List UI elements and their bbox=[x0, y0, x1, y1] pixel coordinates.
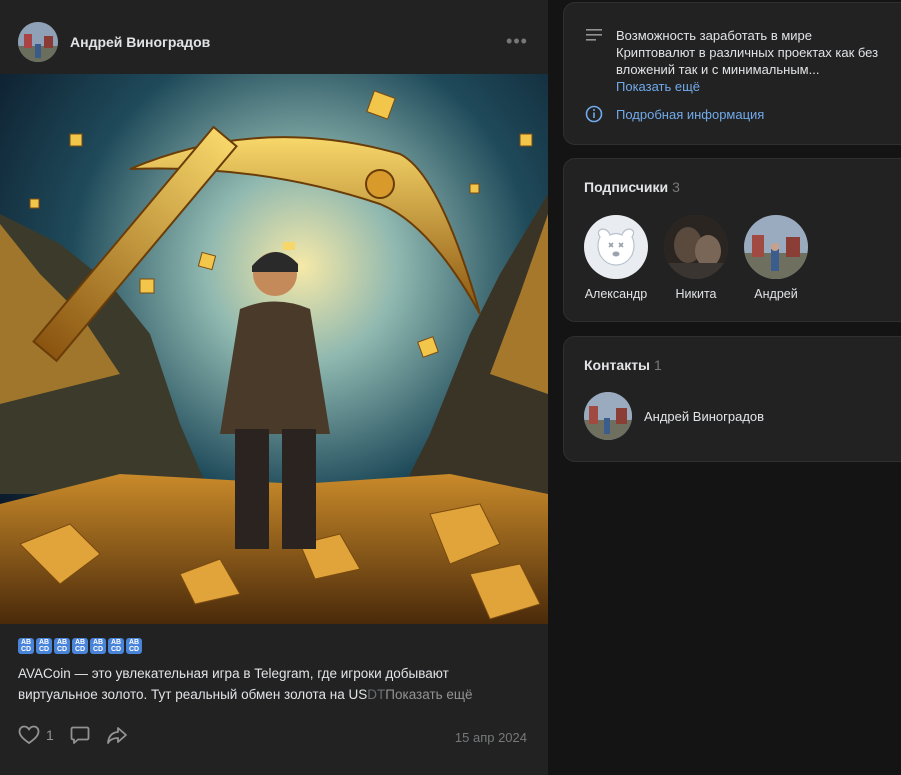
subscribers-count: 3 bbox=[672, 179, 680, 195]
subscriber-item[interactable]: Андрей bbox=[736, 215, 816, 301]
contacts-title-text: Контакты bbox=[584, 357, 651, 373]
abcd-emoji-icon: AB CD bbox=[108, 638, 124, 654]
post-actions: 1 bbox=[18, 725, 144, 745]
post-image[interactable] bbox=[0, 74, 548, 624]
heart-icon bbox=[18, 725, 40, 745]
subscriber-item[interactable]: Никита bbox=[656, 215, 736, 301]
comment-button[interactable] bbox=[70, 725, 90, 745]
info-circle-icon bbox=[585, 105, 603, 128]
info-show-more-link[interactable]: Показать ещё bbox=[616, 79, 700, 94]
text-lines-icon bbox=[585, 27, 603, 48]
contacts-card: Контакты 1 Андрей Виноградов bbox=[563, 336, 901, 462]
post-date: 15 апр 2024 bbox=[454, 730, 527, 745]
info-description-text: Возможность заработать в мире Криптовалю… bbox=[616, 28, 879, 77]
post-text: AVACoin — это увлекательная игра в Teleg… bbox=[18, 663, 528, 705]
abcd-emoji-icon: AB CD bbox=[36, 638, 52, 654]
abcd-emoji-icon: AB CD bbox=[90, 638, 106, 654]
subscribers-title[interactable]: Подписчики 3 bbox=[584, 179, 680, 195]
subscriber-name: Александр bbox=[584, 287, 648, 301]
contact-avatar[interactable] bbox=[584, 392, 632, 440]
subscriber-item[interactable]: Александр bbox=[576, 215, 656, 301]
subscriber-avatar bbox=[664, 215, 728, 279]
abcd-emoji-icon: AB CD bbox=[126, 638, 142, 654]
subscriber-avatar bbox=[584, 215, 648, 279]
abcd-emoji-icon: AB CD bbox=[54, 638, 70, 654]
author-avatar[interactable] bbox=[18, 22, 58, 62]
subscribers-title-text: Подписчики bbox=[584, 179, 669, 195]
post-header: Андрей Виноградов ••• bbox=[0, 0, 548, 74]
abcd-emoji-icon: AB CD bbox=[72, 638, 88, 654]
subscriber-name: Никита bbox=[675, 287, 717, 301]
post-show-more-link[interactable]: Показать ещё bbox=[385, 687, 472, 702]
subscriber-name: Андрей bbox=[754, 287, 798, 301]
details-link[interactable]: Подробная информация bbox=[616, 107, 764, 122]
contact-name[interactable]: Андрей Виноградов bbox=[644, 409, 764, 424]
subscriber-avatar bbox=[744, 215, 808, 279]
info-card: Возможность заработать в мире Криптовалю… bbox=[563, 2, 901, 145]
share-icon bbox=[106, 725, 128, 745]
like-count: 1 bbox=[46, 727, 54, 743]
abcd-emoji-icon: AB CD bbox=[18, 638, 34, 654]
like-button[interactable]: 1 bbox=[18, 725, 54, 745]
comment-icon bbox=[70, 725, 90, 745]
share-button[interactable] bbox=[106, 725, 128, 745]
post-author-name[interactable]: Андрей Виноградов bbox=[70, 34, 210, 50]
post-card: Андрей Виноградов ••• AB CD AB CD AB CD … bbox=[0, 0, 548, 775]
emoji-row: AB CD AB CD AB CD AB CD AB CD AB CD AB CD bbox=[18, 638, 142, 654]
info-description: Возможность заработать в мире Криптовалю… bbox=[616, 27, 886, 95]
more-options-icon[interactable]: ••• bbox=[505, 31, 529, 51]
contacts-count: 1 bbox=[654, 357, 662, 373]
subscribers-card: Подписчики 3 Александр Никита Андрей bbox=[563, 158, 901, 322]
post-text-fade: DT bbox=[367, 687, 386, 702]
contacts-title[interactable]: Контакты 1 bbox=[584, 357, 662, 373]
